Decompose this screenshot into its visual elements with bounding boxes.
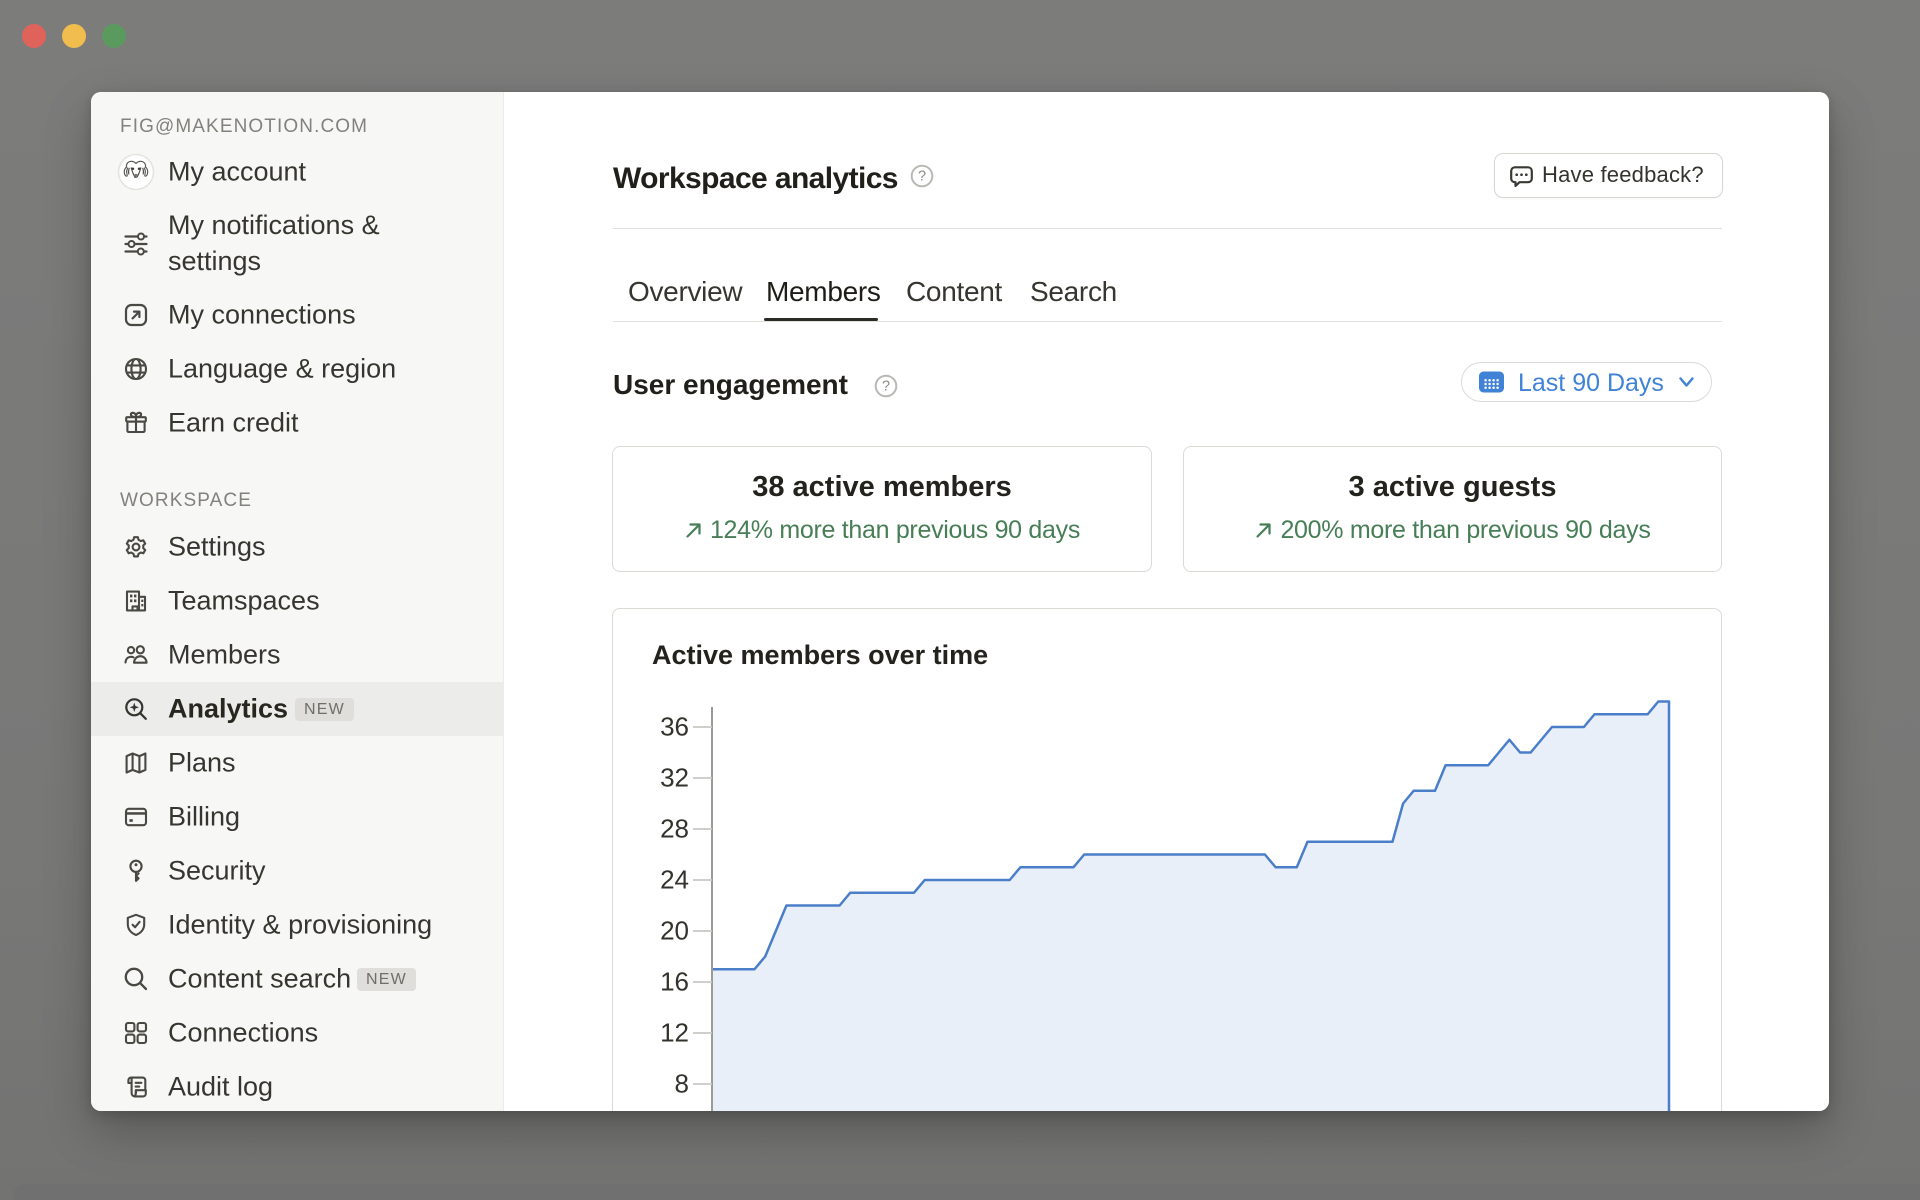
- svg-text:?: ?: [882, 379, 890, 395]
- svg-text:36: 36: [660, 712, 689, 742]
- svg-text:20: 20: [660, 916, 689, 946]
- svg-text:?: ?: [918, 169, 926, 185]
- svg-text:32: 32: [660, 763, 689, 793]
- svg-text:12: 12: [660, 1018, 689, 1048]
- svg-text:16: 16: [660, 967, 689, 997]
- svg-text:24: 24: [660, 865, 689, 895]
- svg-text:28: 28: [660, 814, 689, 844]
- svg-text:8: 8: [675, 1069, 689, 1099]
